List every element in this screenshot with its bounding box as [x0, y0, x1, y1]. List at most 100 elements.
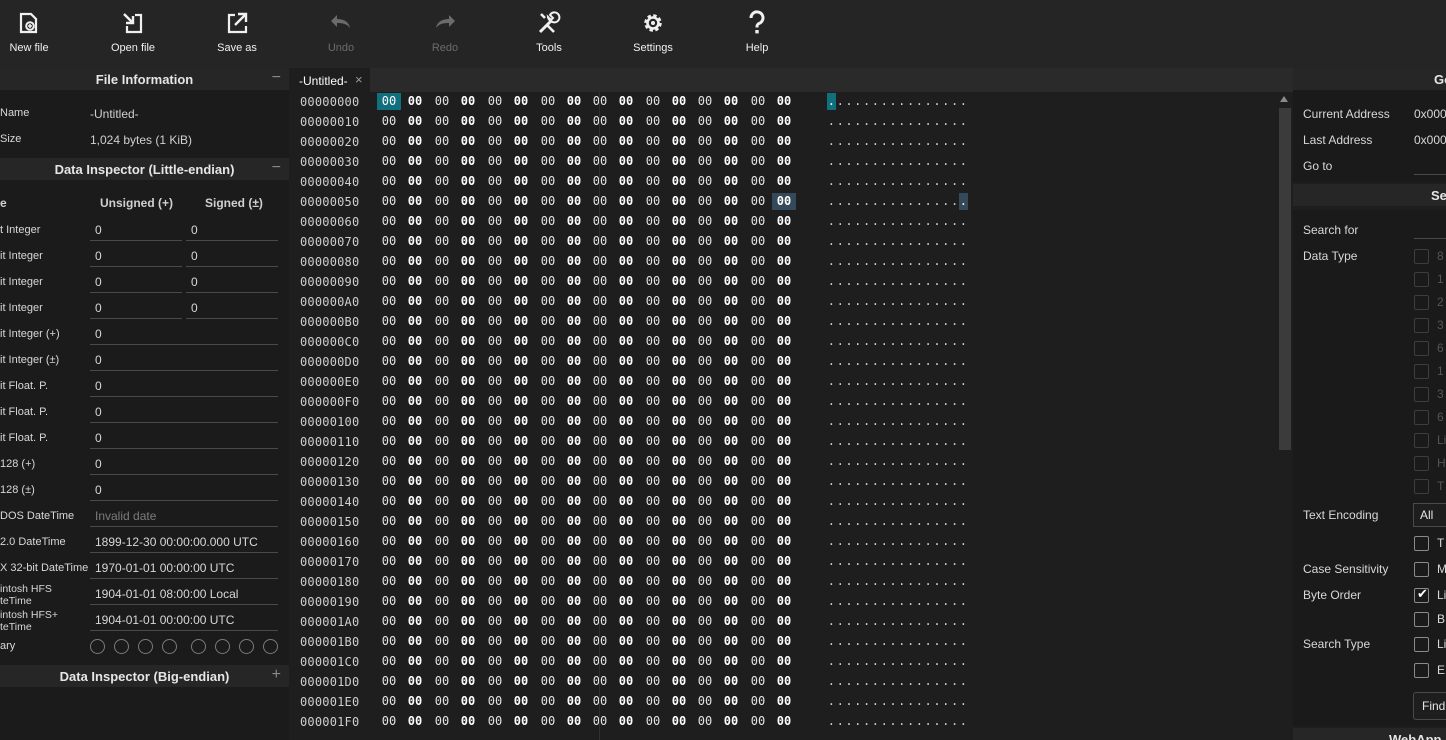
ascii-char[interactable]: . — [897, 333, 906, 350]
hex-byte[interactable]: 00 — [536, 193, 560, 210]
ascii-char[interactable]: . — [897, 593, 906, 610]
hex-byte[interactable]: 00 — [772, 333, 796, 350]
hex-byte[interactable]: 00 — [509, 293, 533, 310]
hex-byte[interactable]: 00 — [377, 413, 401, 430]
ascii-char[interactable]: . — [915, 353, 924, 370]
hex-byte[interactable]: 00 — [403, 633, 427, 650]
ascii-char[interactable]: . — [880, 453, 889, 470]
hex-byte[interactable]: 00 — [641, 433, 665, 450]
ascii-char[interactable]: . — [924, 193, 933, 210]
hex-byte[interactable]: 00 — [509, 693, 533, 710]
hex-byte[interactable]: 00 — [641, 673, 665, 690]
ascii-char[interactable]: . — [836, 293, 845, 310]
hex-byte[interactable]: 00 — [772, 673, 796, 690]
hex-byte[interactable]: 00 — [536, 513, 560, 530]
hex-byte[interactable]: 00 — [746, 633, 770, 650]
ascii-char[interactable]: . — [897, 353, 906, 370]
hex-byte[interactable]: 00 — [403, 553, 427, 570]
hex-byte[interactable]: 00 — [456, 93, 480, 110]
hex-byte[interactable]: 00 — [536, 633, 560, 650]
hex-byte[interactable]: 00 — [614, 613, 638, 630]
ascii-char[interactable]: . — [862, 273, 871, 290]
ascii-char[interactable]: . — [941, 473, 950, 490]
hex-byte[interactable]: 00 — [509, 153, 533, 170]
hex-byte[interactable]: 00 — [483, 313, 507, 330]
ascii-char[interactable]: . — [853, 113, 862, 130]
ascii-column[interactable]: ................ — [827, 413, 968, 430]
hex-byte[interactable]: 00 — [746, 473, 770, 490]
hex-byte[interactable]: 00 — [430, 633, 454, 650]
ascii-char[interactable]: . — [933, 233, 942, 250]
hex-byte[interactable]: 00 — [483, 713, 507, 730]
ascii-char[interactable]: . — [897, 673, 906, 690]
data-type-checkbox[interactable] — [1414, 479, 1429, 494]
ascii-char[interactable]: . — [836, 393, 845, 410]
hex-byte[interactable]: 00 — [509, 393, 533, 410]
hex-byte[interactable]: 00 — [456, 493, 480, 510]
ascii-char[interactable]: . — [836, 153, 845, 170]
hex-byte[interactable]: 00 — [536, 533, 560, 550]
ascii-column[interactable]: ................ — [827, 93, 968, 110]
ascii-char[interactable]: . — [959, 93, 968, 110]
hex-byte[interactable]: 00 — [772, 313, 796, 330]
ascii-char[interactable]: . — [950, 593, 959, 610]
ascii-char[interactable]: . — [853, 513, 862, 530]
ascii-column[interactable]: ................ — [827, 433, 968, 450]
hex-byte[interactable]: 00 — [719, 613, 743, 630]
ascii-char[interactable]: . — [871, 133, 880, 150]
hex-byte[interactable]: 00 — [377, 373, 401, 390]
ascii-char[interactable]: . — [889, 693, 898, 710]
hex-byte[interactable]: 00 — [562, 493, 586, 510]
ascii-char[interactable]: . — [924, 453, 933, 470]
ascii-char[interactable]: . — [836, 533, 845, 550]
ascii-char[interactable]: . — [880, 353, 889, 370]
hex-byte[interactable]: 00 — [509, 213, 533, 230]
ascii-char[interactable]: . — [906, 133, 915, 150]
ascii-column[interactable]: ................ — [827, 573, 968, 590]
ascii-char[interactable]: . — [862, 453, 871, 470]
hex-byte[interactable]: 00 — [588, 253, 612, 270]
ascii-column[interactable]: ................ — [827, 593, 968, 610]
hex-byte[interactable]: 00 — [377, 553, 401, 570]
hex-byte[interactable]: 00 — [719, 353, 743, 370]
find-button[interactable]: Find — [1413, 692, 1446, 720]
ascii-char[interactable]: . — [827, 493, 836, 510]
ascii-char[interactable]: . — [959, 533, 968, 550]
ascii-char[interactable]: . — [897, 433, 906, 450]
hex-byte[interactable]: 00 — [403, 673, 427, 690]
hex-byte[interactable]: 00 — [719, 533, 743, 550]
hex-byte[interactable]: 00 — [614, 553, 638, 570]
signed-field[interactable]: 0 — [186, 246, 278, 267]
hex-byte[interactable]: 00 — [536, 433, 560, 450]
hex-byte[interactable]: 00 — [483, 373, 507, 390]
hex-byte[interactable]: 00 — [456, 193, 480, 210]
ascii-char[interactable]: . — [950, 633, 959, 650]
hex-byte[interactable]: 00 — [667, 173, 691, 190]
value-field[interactable]: 1899-12-30 00:00:00.000 UTC — [90, 532, 278, 553]
ascii-char[interactable]: . — [862, 473, 871, 490]
ascii-char[interactable]: . — [941, 93, 950, 110]
ascii-char[interactable]: . — [950, 173, 959, 190]
ascii-char[interactable]: . — [950, 293, 959, 310]
data-type-checkbox[interactable] — [1414, 295, 1429, 310]
hex-byte[interactable]: 00 — [377, 153, 401, 170]
ascii-char[interactable]: . — [915, 113, 924, 130]
hex-byte[interactable]: 00 — [456, 253, 480, 270]
ascii-char[interactable]: . — [880, 493, 889, 510]
ascii-char[interactable]: . — [915, 573, 924, 590]
hex-byte[interactable]: 00 — [536, 393, 560, 410]
ascii-char[interactable]: . — [862, 173, 871, 190]
hex-byte[interactable]: 00 — [641, 533, 665, 550]
ascii-char[interactable]: . — [906, 633, 915, 650]
hex-byte[interactable]: 00 — [377, 133, 401, 150]
ascii-char[interactable]: . — [933, 473, 942, 490]
ascii-char[interactable]: . — [853, 633, 862, 650]
hex-byte[interactable]: 00 — [430, 213, 454, 230]
ascii-char[interactable]: . — [880, 433, 889, 450]
hex-byte[interactable]: 00 — [536, 213, 560, 230]
hex-byte[interactable]: 00 — [456, 133, 480, 150]
ascii-char[interactable]: . — [933, 393, 942, 410]
hex-byte[interactable]: 00 — [562, 253, 586, 270]
hex-byte[interactable]: 00 — [403, 273, 427, 290]
ascii-char[interactable]: . — [836, 93, 845, 110]
